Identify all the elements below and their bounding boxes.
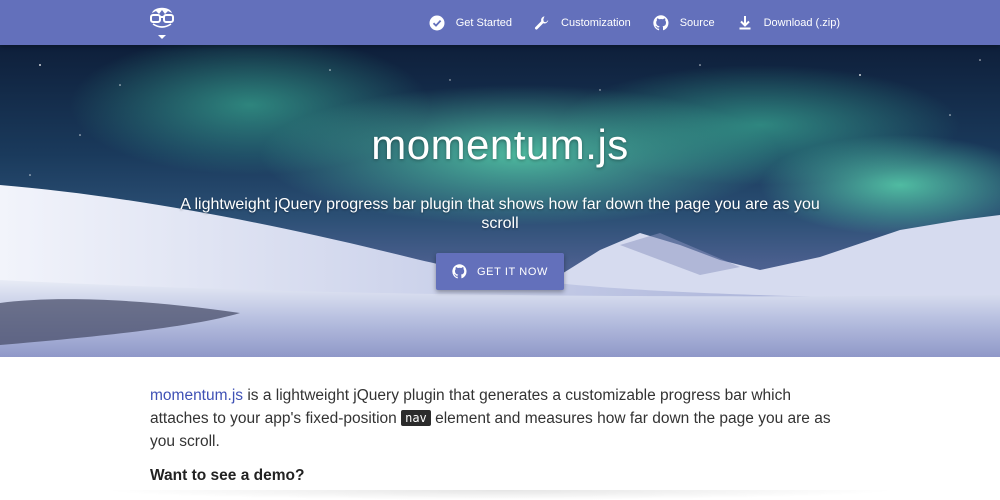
github-icon [653, 14, 669, 31]
nav-link-get-started[interactable]: Get Started [429, 15, 512, 31]
hero-banner: momentum.js A lightweight jQuery progres… [0, 45, 1000, 357]
demo-heading: Want to see a demo? [150, 467, 305, 484]
nav-link-label: Source [679, 16, 715, 29]
top-navbar: Get Started Customization Source Downloa… [0, 0, 1000, 45]
nav-link-download[interactable]: Download (.zip) [737, 15, 840, 31]
nav-link-label: Customization [561, 16, 631, 29]
code-nav: nav [401, 410, 431, 426]
nav-links: Get Started Customization Source Downloa… [407, 0, 840, 45]
cta-label: GET IT NOW [477, 265, 548, 278]
hero-title: momentum.js [371, 121, 629, 168]
nav-link-label: Get Started [455, 16, 513, 29]
nav-link-customization[interactable]: Customization [534, 15, 631, 31]
intro-section: momentum.js is a lightweight jQuery plug… [150, 384, 850, 485]
nav-link-source[interactable]: Source [653, 14, 715, 31]
github-icon [452, 264, 467, 279]
glasses-face-logo-icon[interactable] [146, 3, 178, 41]
intro-paragraph: momentum.js is a lightweight jQuery plug… [150, 384, 850, 453]
brand-name: momentum.js [150, 387, 244, 404]
wrench-icon [534, 15, 550, 31]
check-circle-icon [429, 15, 445, 31]
download-icon [737, 15, 753, 31]
hero-subtitle: A lightweight jQuery progress bar plugin… [180, 196, 820, 232]
nav-link-label: Download (.zip) [763, 16, 840, 29]
get-it-now-button[interactable]: GET IT NOW [436, 253, 564, 290]
card-shadow-edge [100, 490, 900, 500]
